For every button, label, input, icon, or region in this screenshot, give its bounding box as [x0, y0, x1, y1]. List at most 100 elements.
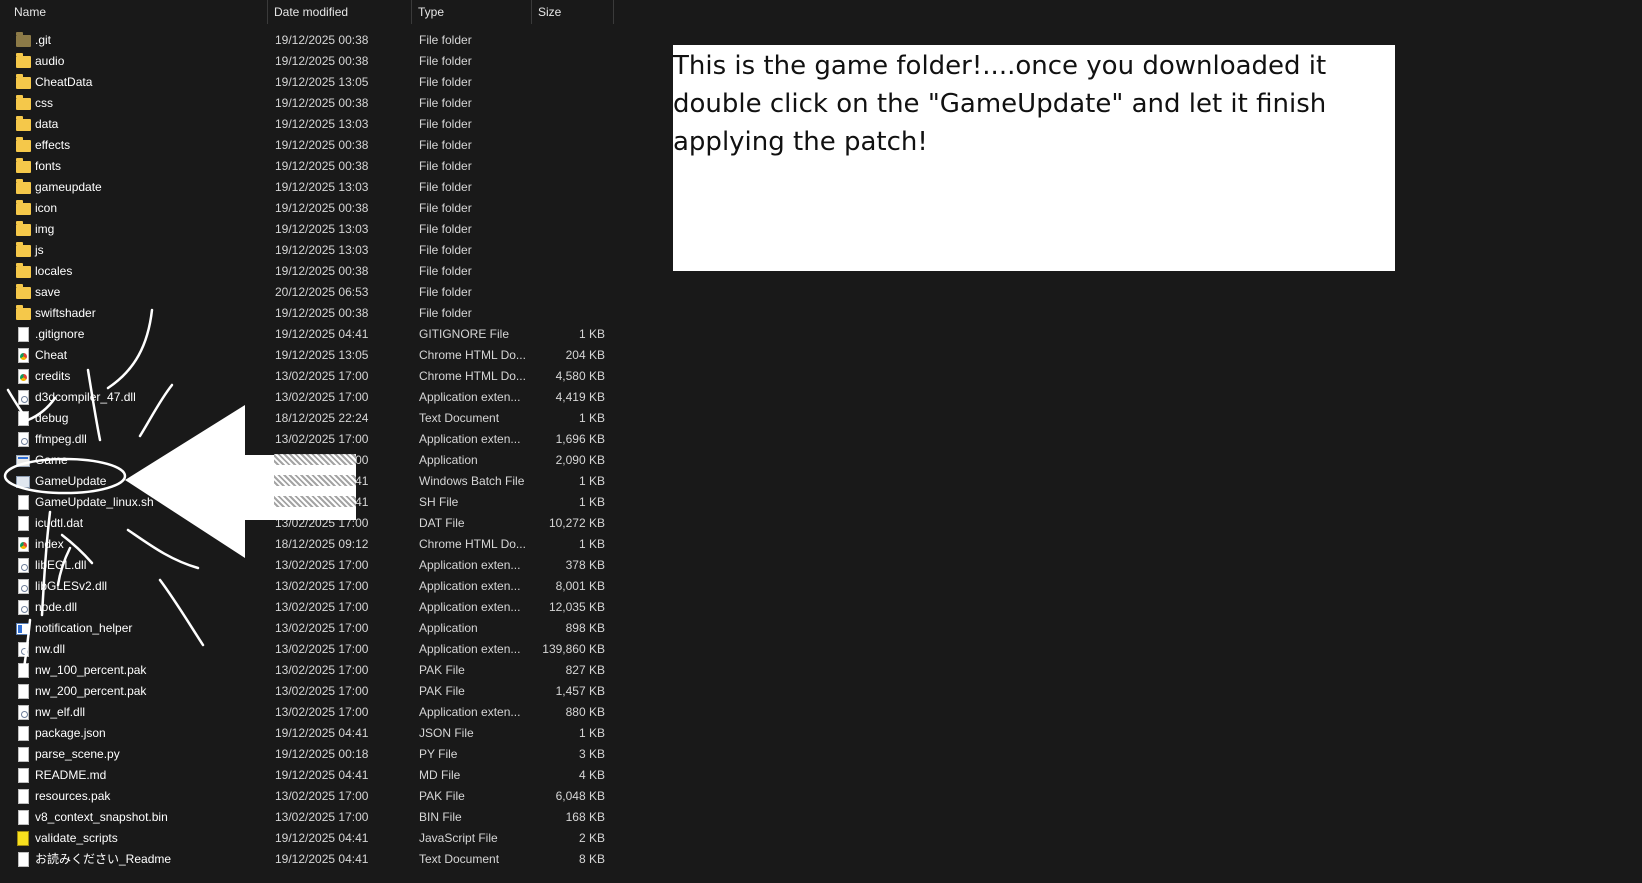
file-type: File folder: [419, 117, 472, 131]
javascript-icon: [17, 831, 29, 846]
file-name: libGLESv2.dll: [35, 579, 108, 593]
file-size: 4,419 KB: [555, 390, 605, 404]
file-type: JSON File: [419, 726, 474, 740]
folder-icon: [16, 32, 31, 47]
app-icon: [16, 455, 30, 467]
file-row[interactable]: .gitignore 19/12/2025 04:41 GITIGNORE File…: [0, 324, 614, 345]
file-row[interactable]: nw.dll 13/02/2025 17:00 Application exten.…: [0, 639, 614, 660]
dll-icon: [18, 600, 29, 615]
file-type: Text Document: [419, 411, 500, 425]
chrome-icon: [18, 369, 29, 384]
file-row[interactable]: save 20/12/2025 06:53 File folder: [0, 282, 614, 303]
file-row[interactable]: nw_100_percent.pak 13/02/2025 17:00 PAK Fi…: [0, 660, 614, 681]
file-row[interactable]: nw_elf.dll 13/02/2025 17:00 Application ex…: [0, 702, 614, 723]
file-size: 204 KB: [565, 348, 605, 362]
file-date-modified: 19/12/2025 04:41: [275, 327, 369, 341]
file-date-modified: 13/02/2025 17:00: [275, 600, 369, 614]
redaction-scribble: [274, 454, 356, 465]
file-name: Cheat: [35, 348, 68, 362]
file-row[interactable]: swiftshader 19/12/2025 00:38 File folder: [0, 303, 614, 324]
file-name: .gitignore: [35, 327, 85, 341]
file-row[interactable]: node.dll 13/02/2025 17:00 Application exte…: [0, 597, 614, 618]
file-name: お読みください_Readme: [35, 852, 172, 866]
file-row[interactable]: お読みください_Readme 19/12/2025 04:41 Text Docum…: [0, 849, 614, 870]
file-row[interactable]: .git 19/12/2025 00:38 File folder: [0, 30, 614, 51]
file-date-modified: 13/02/2025 17:00: [275, 390, 369, 404]
file-row[interactable]: d3dcompiler_47.dll 13/02/2025 17:00 Applic…: [0, 387, 614, 408]
file-date-modified: 13/02/2025 17:00: [275, 684, 369, 698]
file-date-modified: 19/12/2025 00:38: [275, 201, 369, 215]
file-row[interactable]: css 19/12/2025 00:38 File folder: [0, 93, 614, 114]
file-row[interactable]: index 18/12/2025 09:12 Chrome HTML Do... 1 …: [0, 534, 614, 555]
file-size: 6,048 KB: [555, 789, 605, 803]
file-name: locales: [35, 264, 73, 278]
file-type: Chrome HTML Do...: [419, 369, 526, 383]
file-date-modified: 19/12/2025 00:38: [275, 96, 369, 110]
file-row[interactable]: resources.pak 13/02/2025 17:00 PAK File 6,0…: [0, 786, 614, 807]
file-size: 139,860 KB: [542, 642, 605, 656]
file-name: package.json: [35, 726, 106, 740]
file-row[interactable]: effects 19/12/2025 00:38 File folder: [0, 135, 614, 156]
file-row[interactable]: libEGL.dll 13/02/2025 17:00 Application ex…: [0, 555, 614, 576]
file-icon: [18, 327, 29, 342]
column-header: ^ Name Date modified Type Size: [0, 0, 614, 24]
file-row[interactable]: img 19/12/2025 13:03 File folder: [0, 219, 614, 240]
file-row[interactable]: data 19/12/2025 13:03 File folder: [0, 114, 614, 135]
file-icon: [18, 810, 29, 825]
file-type: File folder: [419, 54, 472, 68]
file-type: GITIGNORE File: [419, 327, 510, 341]
batch-icon: [16, 476, 30, 488]
file-date-modified: 13/02/2025 17:00: [275, 579, 369, 593]
file-row[interactable]: CheatData 19/12/2025 13:05 File folder: [0, 72, 614, 93]
file-row[interactable]: debug 18/12/2025 22:24 Text Document 1 KB: [0, 408, 614, 429]
file-row[interactable]: locales 19/12/2025 00:38 File folder: [0, 261, 614, 282]
file-name: fonts: [35, 159, 62, 173]
file-name: CheatData: [35, 75, 93, 89]
file-date-modified: 19/12/2025 13:03: [275, 180, 369, 194]
file-row[interactable]: ffmpeg.dll 13/02/2025 17:00 Application ex…: [0, 429, 614, 450]
file-row[interactable]: audio 19/12/2025 00:38 File folder: [0, 51, 614, 72]
file-type: SH File: [419, 495, 459, 509]
file-row[interactable]: icon 19/12/2025 00:38 File folder: [0, 198, 614, 219]
file-date-modified: 13/02/2025 17:00: [275, 369, 369, 383]
file-date-modified: 19/12/2025 13:05: [275, 75, 369, 89]
file-icon: [18, 495, 29, 510]
folder-icon: [16, 53, 31, 68]
file-row[interactable]: validate_scripts 19/12/2025 04:41 JavaScri…: [0, 828, 614, 849]
file-row[interactable]: gameupdate 19/12/2025 13:03 File folder: [0, 177, 614, 198]
file-size: 1 KB: [578, 726, 605, 740]
file-date-modified: 19/12/2025 00:38: [275, 159, 369, 173]
file-name: js: [35, 243, 44, 257]
file-size: 10,272 KB: [548, 516, 605, 530]
file-date-modified: 13/02/2025 17:00: [275, 705, 369, 719]
file-name: audio: [35, 54, 65, 68]
file-row[interactable]: fonts 19/12/2025 00:38 File folder: [0, 156, 614, 177]
file-name: Game: [35, 453, 68, 467]
column-name-header[interactable]: Name: [8, 0, 268, 24]
file-row[interactable]: parse_scene.py 19/12/2025 00:18 PY File 3 K…: [0, 744, 614, 765]
column-size-header[interactable]: Size: [532, 0, 614, 24]
column-type-header[interactable]: Type: [412, 0, 532, 24]
file-size: 1 KB: [578, 495, 605, 509]
file-icon: [18, 768, 29, 783]
file-date-modified: 19/12/2025 00:38: [275, 33, 369, 47]
file-row[interactable]: README.md 19/12/2025 04:41 MD File 4 KB: [0, 765, 614, 786]
file-type: MD File: [419, 768, 461, 782]
file-row[interactable]: libGLESv2.dll 13/02/2025 17:00 Application…: [0, 576, 614, 597]
file-row[interactable]: js 19/12/2025 13:03 File folder: [0, 240, 614, 261]
file-size: 8,001 KB: [555, 579, 605, 593]
file-date-modified: 18/12/2025 09:12: [275, 537, 369, 551]
file-row[interactable]: notification_helper 13/02/2025 17:00 Appli…: [0, 618, 614, 639]
file-row[interactable]: icudtl.dat 13/02/2025 17:00 DAT File 10,272…: [0, 513, 614, 534]
instruction-note: This is the game folder!....once you dow…: [673, 45, 1395, 271]
file-size: 1 KB: [578, 327, 605, 341]
file-date-modified: 13/02/2025 17:00: [275, 558, 369, 572]
file-row[interactable]: v8_context_snapshot.bin 13/02/2025 17:00 B…: [0, 807, 614, 828]
file-row[interactable]: package.json 19/12/2025 04:41 JSON File 1 K…: [0, 723, 614, 744]
file-row[interactable]: Cheat 19/12/2025 13:05 Chrome HTML Do... 20…: [0, 345, 614, 366]
file-type: Application exten...: [419, 558, 521, 572]
file-row[interactable]: credits 13/02/2025 17:00 Chrome HTML Do...…: [0, 366, 614, 387]
column-date-modified-header[interactable]: Date modified: [268, 0, 412, 24]
file-type: JavaScript File: [419, 831, 498, 845]
file-row[interactable]: nw_200_percent.pak 13/02/2025 17:00 PAK Fi…: [0, 681, 614, 702]
